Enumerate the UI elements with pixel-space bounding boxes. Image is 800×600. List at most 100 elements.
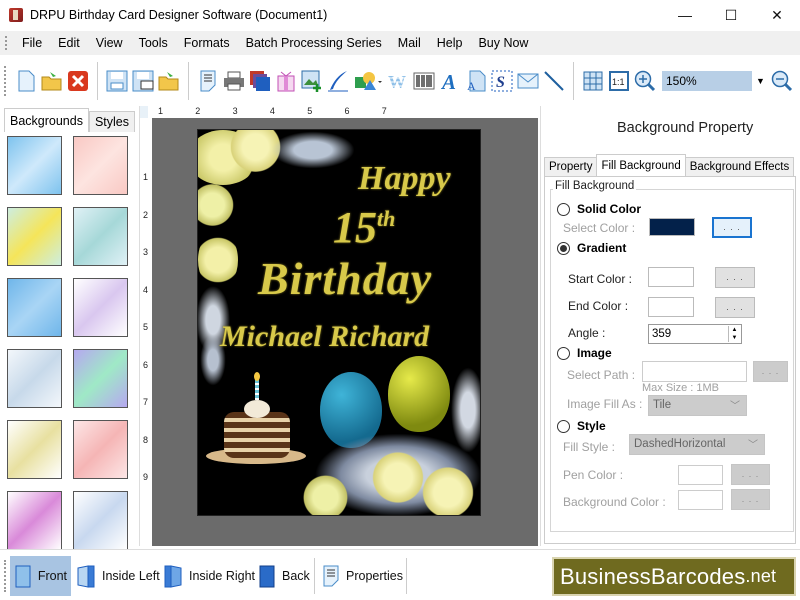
style-radio[interactable]: Style	[557, 419, 606, 433]
background-thumbnail-daisies[interactable]	[7, 207, 62, 266]
gift-icon[interactable]	[275, 70, 297, 92]
background-thumbnail-hearts-stripes[interactable]	[73, 420, 128, 479]
menu-tools[interactable]: Tools	[131, 31, 176, 55]
open-template-icon[interactable]	[158, 70, 180, 92]
tab-property[interactable]: Property	[544, 157, 598, 176]
card-text-happy[interactable]: Happy	[358, 160, 451, 198]
birthday-card[interactable]: Happy 15th Birthday Michael Richard	[197, 129, 481, 516]
background-color-swatch[interactable]	[678, 490, 723, 510]
browse-image-button[interactable]: . . .	[753, 361, 788, 382]
image-radio[interactable]: Image	[557, 346, 612, 360]
toolbar-grip	[4, 66, 7, 96]
text-icon[interactable]: A	[439, 70, 461, 92]
save-as-icon[interactable]	[132, 70, 154, 92]
brand-logo[interactable]: BusinessBarcodes .net	[552, 557, 796, 596]
menu-formats[interactable]: Formats	[176, 31, 238, 55]
fill-style-dropdown[interactable]: DashedHorizontal ﹀	[629, 434, 765, 455]
actual-size-icon[interactable]: 1:1	[608, 70, 630, 92]
gradient-radio[interactable]: Gradient	[557, 241, 626, 255]
line-icon[interactable]	[543, 70, 565, 92]
background-thumbnail-happy-birthday[interactable]	[7, 420, 62, 479]
background-thumbnail-bubbles[interactable]	[7, 349, 62, 408]
new-document-icon[interactable]	[15, 70, 37, 92]
word-art-icon[interactable]: W	[387, 70, 409, 92]
tab-styles[interactable]: Styles	[88, 111, 136, 132]
front-page-button[interactable]: Front	[10, 556, 71, 596]
cake-image[interactable]	[206, 372, 306, 470]
background-thumbnail-colorful-hearts[interactable]	[7, 491, 62, 550]
spinner-arrows-icon[interactable]: ▲ ▼	[728, 326, 740, 342]
chevron-down-icon: ﹀	[748, 440, 758, 451]
close-document-icon[interactable]	[67, 70, 89, 92]
radio-button[interactable]	[557, 202, 570, 216]
background-thumbnail-pastel-landscape[interactable]	[73, 207, 128, 266]
card-text-birthday[interactable]: Birthday	[258, 252, 432, 305]
back-page-button[interactable]: Back	[254, 556, 314, 596]
inside-right-page-button[interactable]: Inside Right	[159, 556, 259, 596]
solid-color-swatch[interactable]	[649, 218, 695, 236]
start-color-button[interactable]: . . .	[715, 267, 755, 288]
minimize-button[interactable]: —	[662, 0, 708, 30]
background-thumbnail-clouds[interactable]	[7, 136, 62, 195]
end-color-button[interactable]: . . .	[715, 297, 755, 318]
radio-button[interactable]	[557, 419, 570, 433]
signature-pen-icon[interactable]	[327, 70, 349, 92]
inside-right-page-icon	[164, 565, 182, 588]
barcode-icon[interactable]	[413, 70, 435, 92]
menu-view[interactable]: View	[88, 31, 131, 55]
card-text-age[interactable]: 15th	[333, 202, 395, 253]
menu-file[interactable]: File	[14, 31, 50, 55]
print-icon[interactable]	[223, 70, 245, 92]
background-color-label: Background Color :	[563, 495, 666, 509]
open-folder-icon[interactable]	[41, 70, 63, 92]
solid-color-radio[interactable]: Solid Color	[557, 202, 641, 216]
select-color-button[interactable]: . . .	[712, 217, 752, 238]
background-thumbnail-stars[interactable]	[7, 278, 62, 337]
maximize-button[interactable]: ☐	[708, 0, 754, 30]
background-thumbnail-pink-hearts[interactable]	[73, 136, 128, 195]
pen-color-label: Pen Color :	[563, 468, 624, 482]
inside-left-page-button[interactable]: Inside Left	[72, 556, 164, 596]
menu-mail[interactable]: Mail	[390, 31, 429, 55]
email-icon[interactable]	[517, 70, 539, 92]
start-color-swatch[interactable]	[648, 267, 694, 287]
shapes-icon[interactable]	[353, 70, 383, 92]
tab-backgrounds[interactable]: Backgrounds	[4, 108, 89, 132]
save-icon[interactable]	[106, 70, 128, 92]
insert-image-icon[interactable]	[301, 70, 323, 92]
signature-icon[interactable]: S	[491, 70, 513, 92]
grid-icon[interactable]	[582, 70, 604, 92]
tab-background-effects[interactable]: Background Effects	[684, 157, 795, 176]
properties-icon[interactable]	[197, 70, 219, 92]
cake-cream	[244, 400, 270, 418]
background-color-button[interactable]: . . .	[731, 489, 770, 510]
properties-button[interactable]: Properties	[318, 556, 407, 596]
angle-spinner[interactable]: 359 ▲ ▼	[648, 324, 742, 344]
panel-title: Background Property	[617, 120, 754, 136]
card-text-name[interactable]: Michael Richard	[220, 320, 429, 354]
image-path-input[interactable]	[642, 361, 747, 382]
zoom-dropdown-arrow-icon[interactable]: ▼	[756, 76, 765, 86]
background-thumbnail-balloons[interactable]	[73, 278, 128, 337]
menu-help[interactable]: Help	[429, 31, 471, 55]
tab-fill-background[interactable]: Fill Background	[596, 154, 686, 176]
background-thumbnail-balloon-bunches[interactable]	[73, 491, 128, 550]
radio-button-selected[interactable]	[557, 241, 570, 255]
menu-buy-now[interactable]: Buy Now	[470, 31, 536, 55]
green-balloon[interactable]	[388, 356, 450, 432]
end-color-swatch[interactable]	[648, 297, 694, 317]
zoom-in-icon[interactable]	[634, 70, 656, 92]
pen-color-button[interactable]: . . .	[731, 464, 770, 485]
image-fill-as-dropdown[interactable]: Tile ﹀	[648, 395, 747, 416]
ruler-mark: 7	[381, 106, 387, 116]
menu-batch-processing[interactable]: Batch Processing Series	[238, 31, 390, 55]
pen-color-swatch[interactable]	[678, 465, 723, 485]
layers-icon[interactable]	[249, 70, 271, 92]
text-box-icon[interactable]: A	[465, 70, 487, 92]
close-window-button[interactable]: ✕	[754, 0, 800, 30]
zoom-out-icon[interactable]	[771, 70, 793, 92]
background-thumbnail-rainbow-pastel[interactable]	[73, 349, 128, 408]
radio-button[interactable]	[557, 346, 570, 360]
zoom-level-input[interactable]: 150%	[662, 71, 752, 91]
menu-edit[interactable]: Edit	[50, 31, 88, 55]
